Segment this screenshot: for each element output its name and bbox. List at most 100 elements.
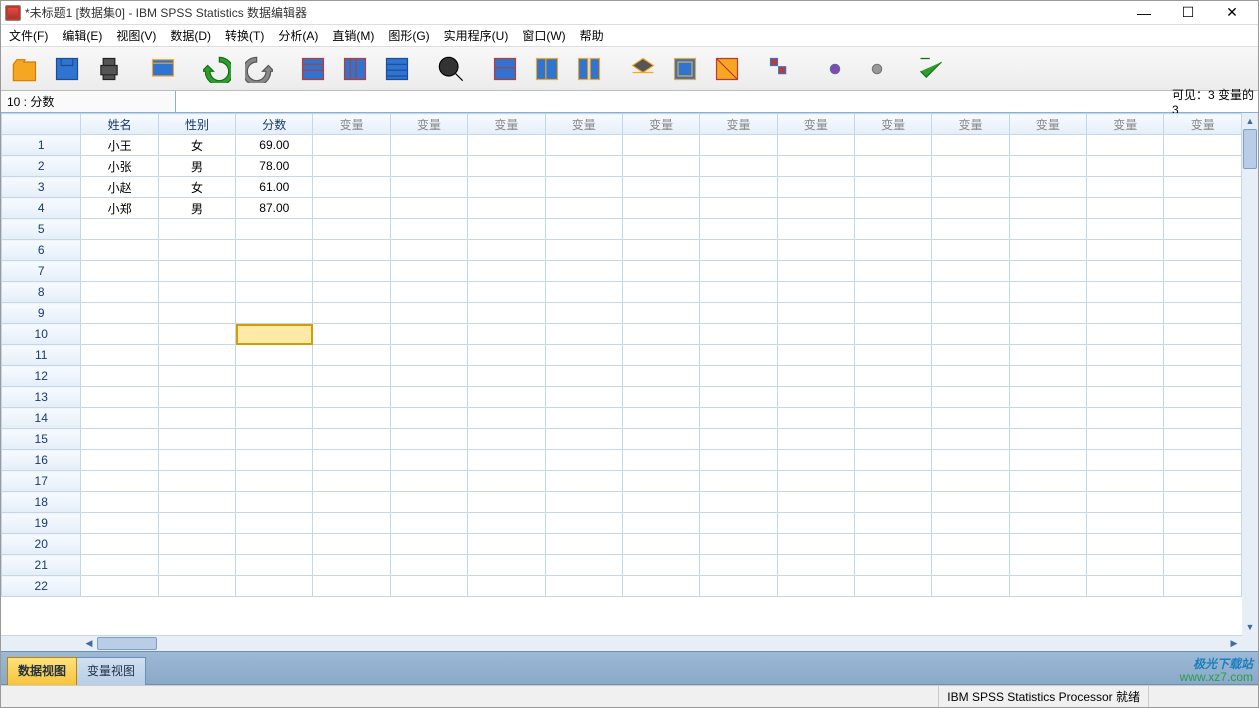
cell-r8-c12[interactable] <box>932 282 1009 303</box>
cell-r22-c7[interactable] <box>545 576 622 597</box>
cell-r8-c9[interactable] <box>700 282 777 303</box>
cell-r12-c11[interactable] <box>855 366 932 387</box>
row-header-22[interactable]: 22 <box>2 576 81 597</box>
cell-r17-c8[interactable] <box>622 471 699 492</box>
cell-r6-c15[interactable] <box>1164 240 1242 261</box>
cell-r21-c14[interactable] <box>1087 555 1164 576</box>
cell-r18-c15[interactable] <box>1164 492 1242 513</box>
row-header-19[interactable]: 19 <box>2 513 81 534</box>
column-header-14[interactable]: 变量 <box>1087 114 1164 135</box>
cell-r14-c13[interactable] <box>1009 408 1086 429</box>
cell-r11-c5[interactable] <box>390 345 467 366</box>
row-header-5[interactable]: 5 <box>2 219 81 240</box>
cell-r20-c11[interactable] <box>855 534 932 555</box>
cell-r8-c5[interactable] <box>390 282 467 303</box>
cell-r2-c13[interactable] <box>1009 156 1086 177</box>
cell-r14-c9[interactable] <box>700 408 777 429</box>
cell-r10-c14[interactable] <box>1087 324 1164 345</box>
cell-r7-c3[interactable] <box>236 261 313 282</box>
cell-r1-c15[interactable] <box>1164 135 1242 156</box>
cell-r16-c12[interactable] <box>932 450 1009 471</box>
menu-转换[interactable]: 转换(T) <box>219 25 270 46</box>
cell-r19-c6[interactable] <box>468 513 545 534</box>
cell-r1-c1[interactable]: 小王 <box>81 135 158 156</box>
cell-r16-c11[interactable] <box>855 450 932 471</box>
row-header-20[interactable]: 20 <box>2 534 81 555</box>
hide-icon[interactable] <box>859 51 895 87</box>
cell-r11-c4[interactable] <box>313 345 390 366</box>
cell-r19-c11[interactable] <box>855 513 932 534</box>
cell-r4-c15[interactable] <box>1164 198 1242 219</box>
cell-r17-c3[interactable] <box>236 471 313 492</box>
cell-r22-c8[interactable] <box>622 576 699 597</box>
cell-r2-c5[interactable] <box>390 156 467 177</box>
cell-r20-c10[interactable] <box>777 534 854 555</box>
undo-icon[interactable] <box>199 51 235 87</box>
cell-r16-c4[interactable] <box>313 450 390 471</box>
cell-r8-c4[interactable] <box>313 282 390 303</box>
cell-r11-c8[interactable] <box>622 345 699 366</box>
cell-r5-c12[interactable] <box>932 219 1009 240</box>
cell-r20-c13[interactable] <box>1009 534 1086 555</box>
cell-r22-c14[interactable] <box>1087 576 1164 597</box>
cell-r2-c6[interactable] <box>468 156 545 177</box>
cell-r4-c5[interactable] <box>390 198 467 219</box>
menu-帮助[interactable]: 帮助 <box>574 25 610 46</box>
cell-r8-c7[interactable] <box>545 282 622 303</box>
column-header-5[interactable]: 变量 <box>390 114 467 135</box>
cell-r18-c6[interactable] <box>468 492 545 513</box>
cell-r8-c11[interactable] <box>855 282 932 303</box>
cell-r15-c9[interactable] <box>700 429 777 450</box>
cell-r7-c9[interactable] <box>700 261 777 282</box>
column-header-1[interactable]: 姓名 <box>81 114 158 135</box>
cell-r5-c11[interactable] <box>855 219 932 240</box>
cell-r13-c8[interactable] <box>622 387 699 408</box>
menu-数据[interactable]: 数据(D) <box>164 25 217 46</box>
cell-r20-c9[interactable] <box>700 534 777 555</box>
cell-r20-c12[interactable] <box>932 534 1009 555</box>
row-header-4[interactable]: 4 <box>2 198 81 219</box>
column-header-7[interactable]: 变量 <box>545 114 622 135</box>
row-header-21[interactable]: 21 <box>2 555 81 576</box>
cell-r14-c7[interactable] <box>545 408 622 429</box>
column-header-3[interactable]: 分数 <box>236 114 313 135</box>
cell-r14-c4[interactable] <box>313 408 390 429</box>
close-button[interactable]: ✕ <box>1210 2 1254 24</box>
cell-r10-c6[interactable] <box>468 324 545 345</box>
cell-r18-c14[interactable] <box>1087 492 1164 513</box>
cell-r14-c1[interactable] <box>81 408 158 429</box>
cell-r1-c14[interactable] <box>1087 135 1164 156</box>
row-header-18[interactable]: 18 <box>2 492 81 513</box>
cell-r13-c4[interactable] <box>313 387 390 408</box>
cell-r16-c6[interactable] <box>468 450 545 471</box>
cell-r18-c2[interactable] <box>158 492 235 513</box>
horizontal-scroll-thumb[interactable] <box>97 637 157 650</box>
cell-r2-c12[interactable] <box>932 156 1009 177</box>
cell-r22-c5[interactable] <box>390 576 467 597</box>
cell-r21-c6[interactable] <box>468 555 545 576</box>
cell-r14-c3[interactable] <box>236 408 313 429</box>
cell-r2-c4[interactable] <box>313 156 390 177</box>
cell-r8-c8[interactable] <box>622 282 699 303</box>
cell-r3-c14[interactable] <box>1087 177 1164 198</box>
cell-r21-c5[interactable] <box>390 555 467 576</box>
cell-r16-c13[interactable] <box>1009 450 1086 471</box>
data-grid-scroll[interactable]: 姓名性别分数变量变量变量变量变量变量变量变量变量变量变量变量1小王女69.002… <box>1 113 1242 635</box>
cell-r9-c15[interactable] <box>1164 303 1242 324</box>
cell-r12-c9[interactable] <box>700 366 777 387</box>
cell-r18-c8[interactable] <box>622 492 699 513</box>
cell-r13-c3[interactable] <box>236 387 313 408</box>
value-labels-icon[interactable] <box>709 51 745 87</box>
cell-r11-c2[interactable] <box>158 345 235 366</box>
cell-r9-c13[interactable] <box>1009 303 1086 324</box>
cell-r22-c4[interactable] <box>313 576 390 597</box>
cell-r3-c9[interactable] <box>700 177 777 198</box>
cell-r19-c9[interactable] <box>700 513 777 534</box>
goto-case-icon[interactable] <box>295 51 331 87</box>
cell-r17-c12[interactable] <box>932 471 1009 492</box>
cell-r4-c11[interactable] <box>855 198 932 219</box>
insert-case-icon[interactable] <box>487 51 523 87</box>
cell-r20-c14[interactable] <box>1087 534 1164 555</box>
cell-r14-c10[interactable] <box>777 408 854 429</box>
menu-实用程序[interactable]: 实用程序(U) <box>438 25 515 46</box>
